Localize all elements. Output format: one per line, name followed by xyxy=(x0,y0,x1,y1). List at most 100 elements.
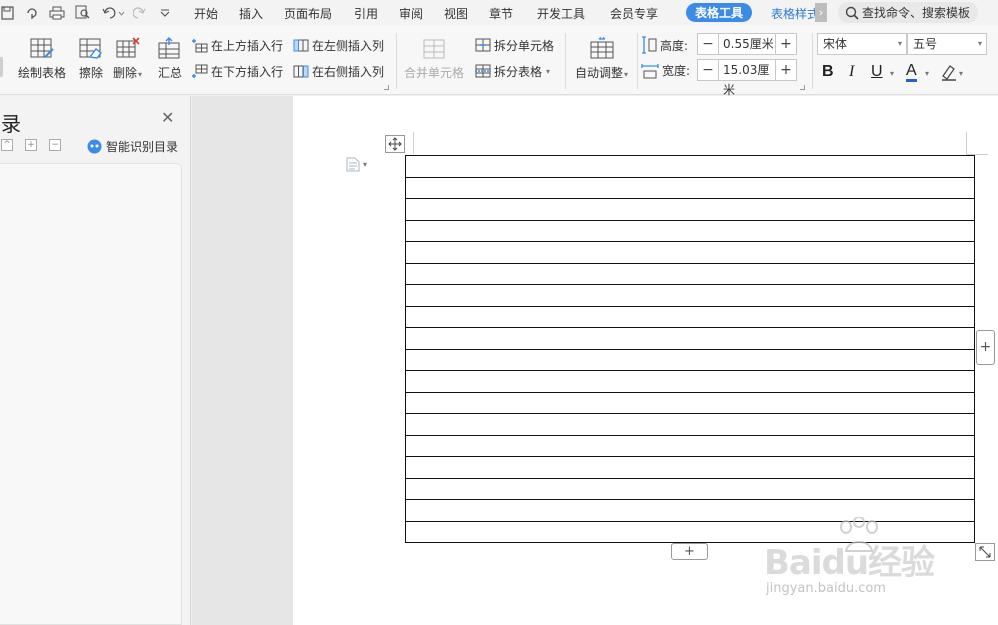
merge-cells-button[interactable]: 合并单元格 xyxy=(404,37,464,81)
split-table-button[interactable]: 拆分表格 ▾ xyxy=(475,63,550,80)
italic-icon[interactable]: I xyxy=(849,63,854,81)
font-size-value: 五号 xyxy=(913,37,938,51)
add-column-button[interactable]: + xyxy=(976,330,995,365)
chevron-down-icon[interactable]: ▾ xyxy=(959,69,963,78)
table-cell[interactable] xyxy=(405,391,975,414)
row-height-input[interactable]: 0.55厘米 xyxy=(719,33,775,55)
navigation-pane: 录 ✕ ^ + − 智能识别目录 xyxy=(0,96,191,625)
command-search-box[interactable]: 查找命令、搜索模板 xyxy=(838,2,978,23)
insert-col-right-label: 在右侧插入列 xyxy=(312,65,385,79)
erase-button[interactable]: 擦除 xyxy=(78,37,104,81)
tab-references[interactable]: 引用 xyxy=(354,5,378,22)
draw-table-icon xyxy=(30,38,54,58)
group-size-launcher[interactable] xyxy=(800,85,805,90)
table-cell[interactable] xyxy=(405,456,975,479)
col-width-decrease-button[interactable]: − xyxy=(697,59,719,81)
print-preview-icon[interactable] xyxy=(74,4,91,21)
insert-col-left-icon xyxy=(293,39,309,52)
customize-quick-access-icon[interactable] xyxy=(158,4,172,21)
table-cell[interactable] xyxy=(405,434,975,457)
auto-fit-button[interactable]: 自动调整▾ xyxy=(575,37,628,81)
row-height-decrease-button[interactable]: − xyxy=(697,33,719,55)
insert-col-left-button[interactable]: 在左侧插入列 xyxy=(293,37,384,54)
table-resize-handle[interactable] xyxy=(975,543,995,561)
export-icon[interactable] xyxy=(24,4,40,21)
table-row xyxy=(405,219,975,242)
ribbon-separator xyxy=(396,33,397,89)
search-placeholder: 查找命令、搜索模板 xyxy=(862,6,971,20)
split-cells-icon xyxy=(475,38,491,52)
table-cell[interactable] xyxy=(405,241,975,264)
table-cell[interactable] xyxy=(405,219,975,242)
group-rows-cols-launcher[interactable] xyxy=(384,85,389,90)
tab-insert[interactable]: 插入 xyxy=(239,5,263,22)
table-cell[interactable] xyxy=(405,155,975,178)
eraser-icon xyxy=(79,38,102,59)
document-table[interactable] xyxy=(405,155,975,543)
tab-view[interactable]: 视图 xyxy=(444,5,468,22)
underline-icon[interactable]: U xyxy=(871,63,883,81)
highlight-icon[interactable] xyxy=(940,63,958,84)
tab-review[interactable]: 审阅 xyxy=(399,5,423,22)
font-name-select[interactable]: 宋体 ▾ xyxy=(817,33,907,55)
expand-icon[interactable]: + xyxy=(25,139,37,151)
col-width-input[interactable]: 15.03厘米 xyxy=(719,59,775,97)
chevron-down-icon[interactable]: ▾ xyxy=(925,69,929,78)
insert-row-above-button[interactable]: 在上方插入行 xyxy=(192,37,283,54)
tab-developer[interactable]: 开发工具 xyxy=(537,5,585,22)
print-icon[interactable] xyxy=(48,4,65,21)
table-cell[interactable] xyxy=(405,327,975,350)
table-cell[interactable] xyxy=(405,370,975,393)
ribbon-collapse-handle[interactable] xyxy=(0,57,3,77)
table-move-handle[interactable] xyxy=(385,135,405,153)
table-cell[interactable] xyxy=(405,413,975,436)
col-width-control: 宽度: xyxy=(641,62,690,79)
save-icon[interactable] xyxy=(0,4,14,21)
smart-toc-button[interactable]: 智能识别目录 xyxy=(87,138,178,155)
tab-table-tools[interactable]: 表格工具 xyxy=(686,3,753,22)
delete-button[interactable]: 删除▾ xyxy=(113,37,142,81)
insert-row-below-label: 在下方插入行 xyxy=(211,65,284,79)
add-row-button[interactable]: + xyxy=(671,543,708,560)
table-cell[interactable] xyxy=(405,305,975,328)
collapse-all-icon[interactable]: ^ xyxy=(1,139,13,151)
delete-table-icon xyxy=(116,37,140,58)
insert-row-above-label: 在上方插入行 xyxy=(211,39,284,53)
row-height-stepper[interactable]: − 0.55厘米 + xyxy=(697,33,797,55)
table-cell[interactable] xyxy=(405,477,975,500)
redo-icon[interactable] xyxy=(132,4,148,21)
margin-mark xyxy=(413,132,414,154)
close-icon[interactable]: ✕ xyxy=(161,108,174,127)
bold-icon[interactable]: B xyxy=(822,63,834,81)
tab-sections[interactable]: 章节 xyxy=(489,5,513,22)
more-tabs-button[interactable]: › xyxy=(815,3,827,22)
split-cells-button[interactable]: 拆分单元格 xyxy=(475,37,554,54)
tab-member[interactable]: 会员专享 xyxy=(610,5,658,22)
split-table-label: 拆分表格 xyxy=(494,65,543,79)
col-width-stepper[interactable]: − 15.03厘米 + xyxy=(697,59,797,97)
draw-table-button[interactable]: 绘制表格 xyxy=(18,37,66,81)
chevron-down-icon[interactable]: ▾ xyxy=(890,69,894,78)
table-cell[interactable] xyxy=(405,262,975,285)
undo-icon[interactable] xyxy=(100,4,126,21)
col-width-increase-button[interactable]: + xyxy=(775,59,797,81)
table-cell[interactable] xyxy=(405,348,975,371)
table-row xyxy=(405,327,975,350)
table-cell[interactable] xyxy=(405,176,975,199)
summary-button[interactable]: 汇总 xyxy=(157,37,183,81)
collapse-icon[interactable]: − xyxy=(49,139,61,151)
insert-col-right-button[interactable]: 在右侧插入列 xyxy=(293,63,384,80)
font-size-select[interactable]: 五号 ▾ xyxy=(907,33,987,55)
tab-page-layout[interactable]: 页面布局 xyxy=(284,5,332,22)
paragraph-layout-button[interactable]: ▾ xyxy=(346,157,367,172)
insert-row-below-icon xyxy=(192,64,208,78)
tab-home[interactable]: 开始 xyxy=(194,5,218,22)
insert-row-below-button[interactable]: 在下方插入行 xyxy=(192,63,283,80)
row-height-increase-button[interactable]: + xyxy=(775,33,797,55)
table-cell[interactable] xyxy=(405,198,975,221)
tab-table-style[interactable]: 表格样式 xyxy=(771,5,815,22)
ribbon-separator xyxy=(565,33,566,89)
table-cell[interactable] xyxy=(405,284,975,307)
smart-robot-icon xyxy=(87,139,102,154)
font-color-icon[interactable]: A xyxy=(906,63,917,82)
